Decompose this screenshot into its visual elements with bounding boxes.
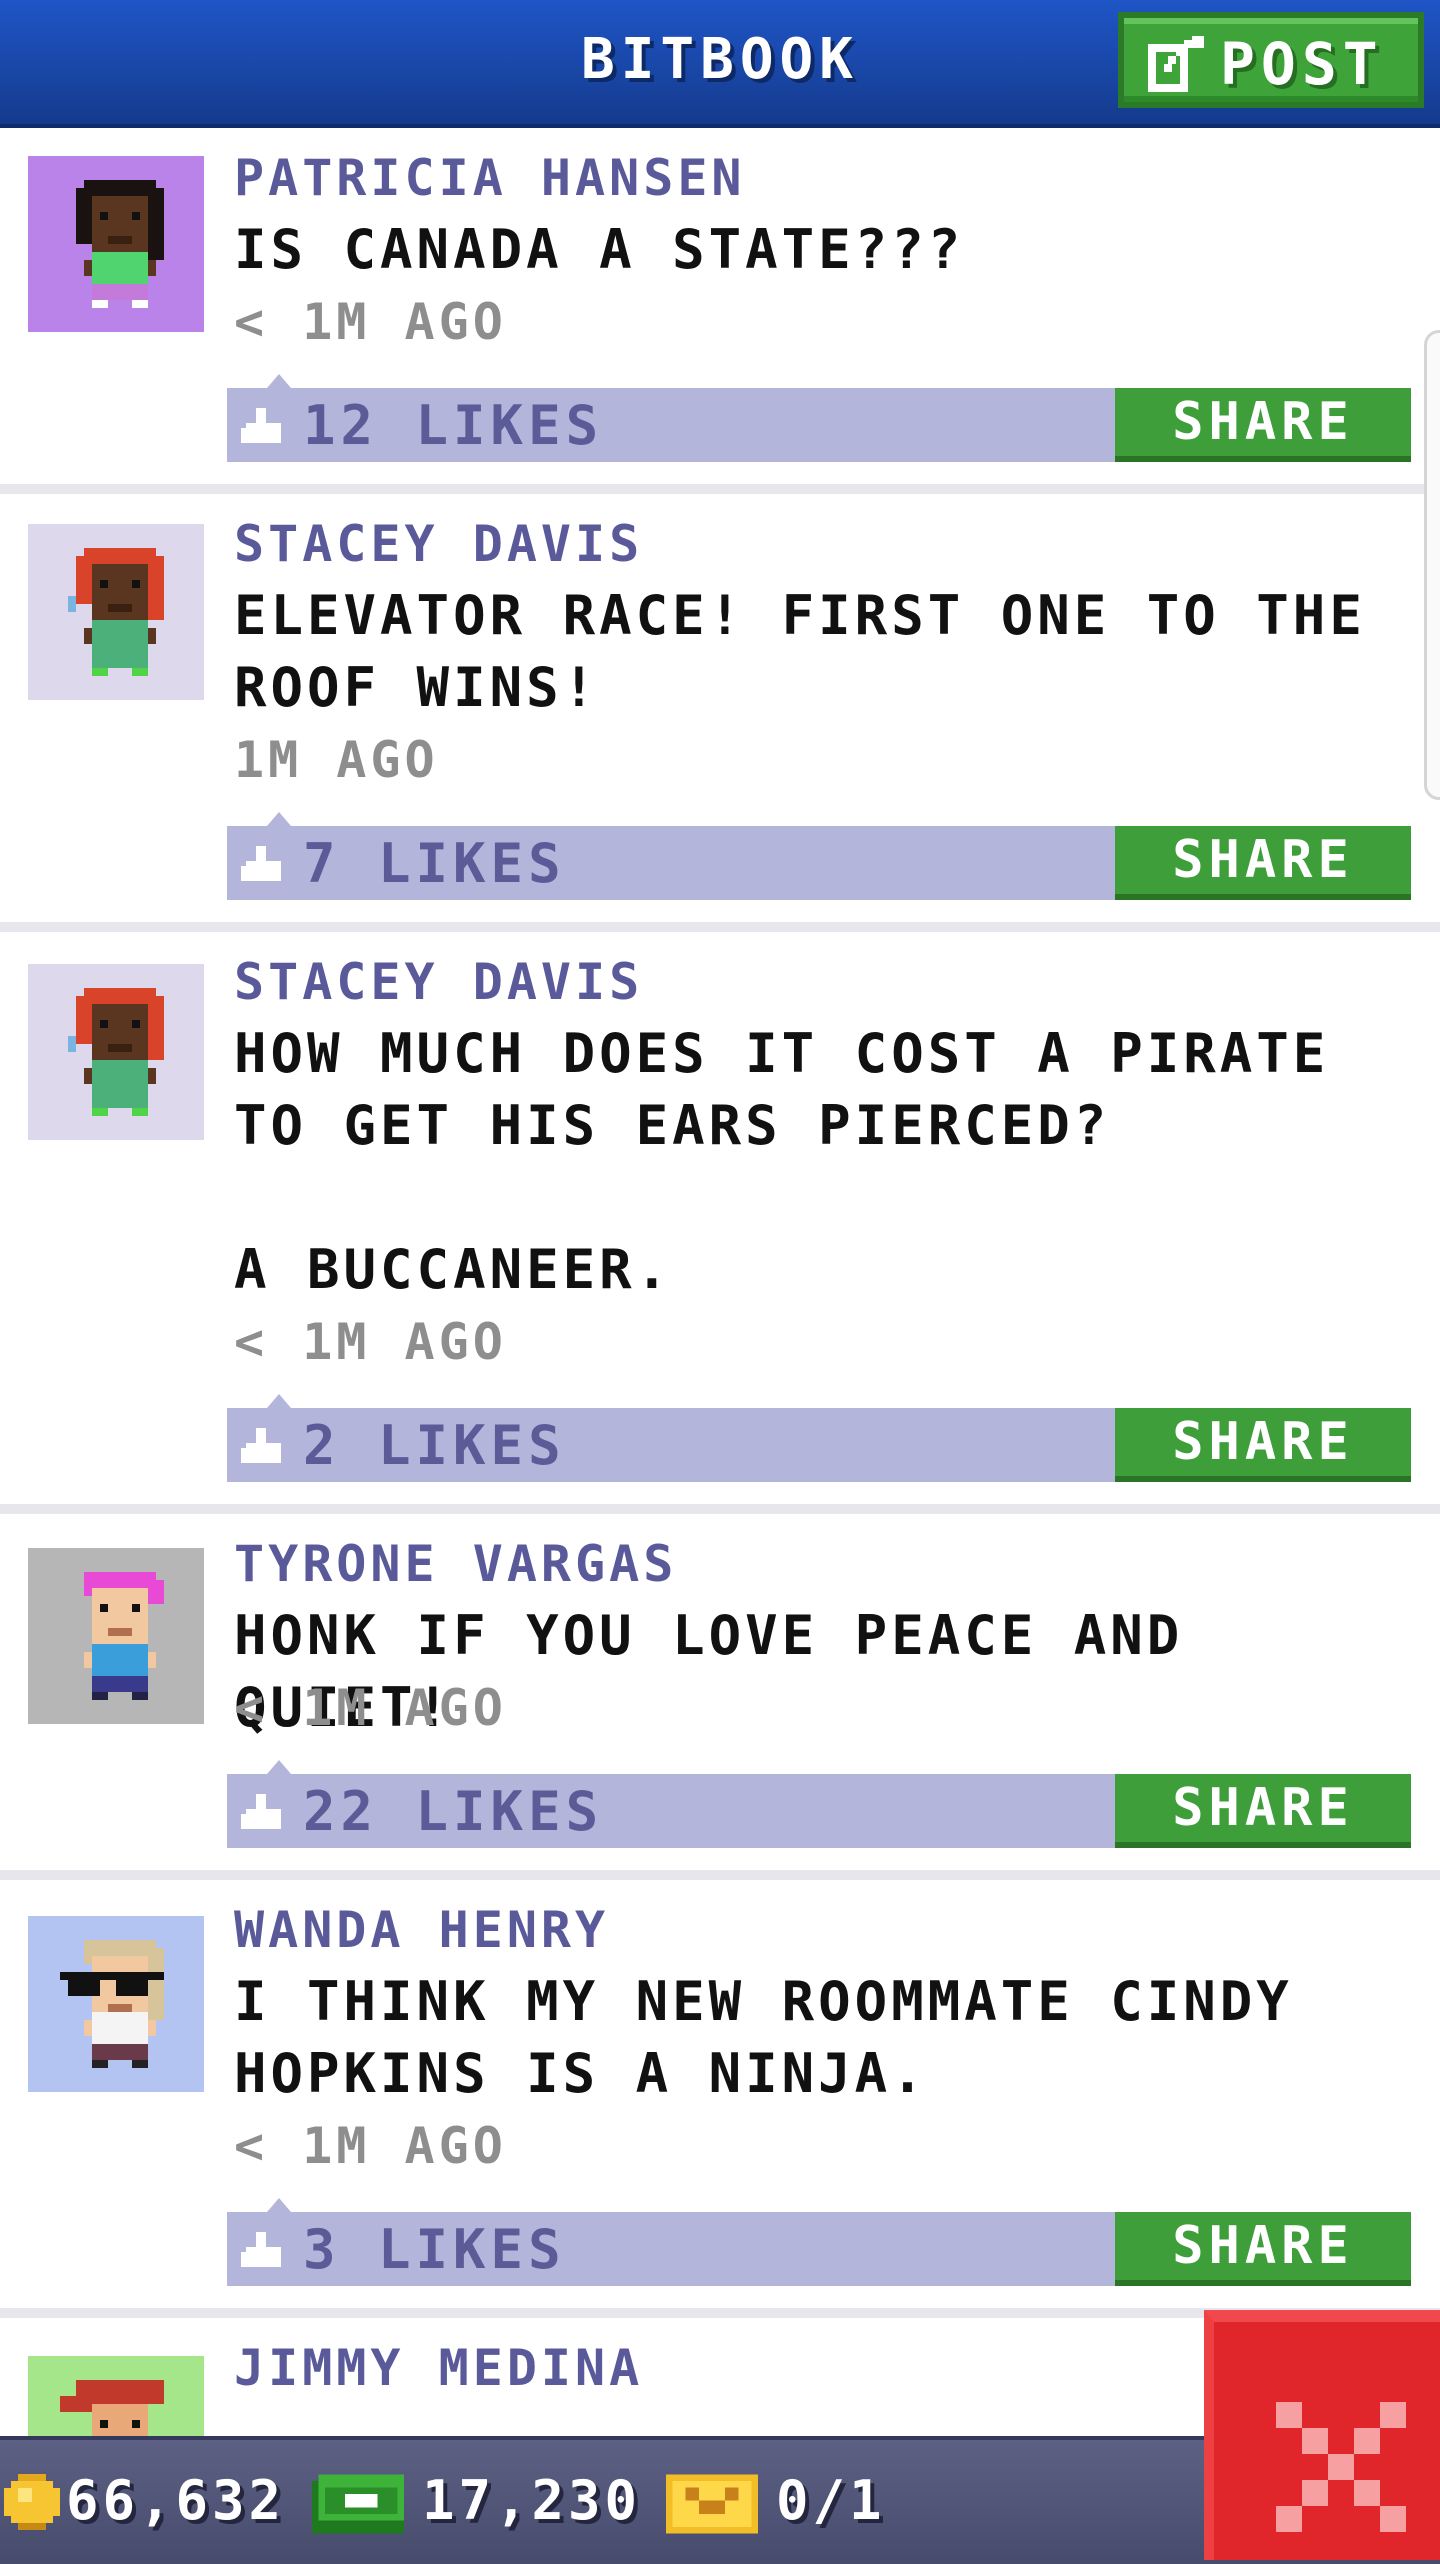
thumbs-up-icon: [241, 846, 281, 881]
like-bar[interactable]: 2 LIKES SHARE: [227, 1394, 1411, 1482]
likes-count: 2 LIKES: [303, 1414, 566, 1477]
header-bar: BITBOOK POST: [0, 0, 1440, 128]
post-timestamp: < 1M AGO: [234, 2117, 507, 2175]
scroll-indicator[interactable]: [1424, 330, 1440, 800]
thumbs-up-icon: [241, 1428, 281, 1463]
coins-value: 66,632: [66, 2469, 286, 2532]
post-author[interactable]: JIMMY MEDINA: [234, 2332, 643, 2404]
share-button[interactable]: SHARE: [1115, 2212, 1411, 2286]
tickets-display: 0/1: [666, 2466, 946, 2536]
avatar[interactable]: [28, 156, 204, 332]
coins-display: 66,632: [4, 2466, 344, 2536]
post-divider: [0, 1870, 1440, 1880]
thumbs-up-icon: [241, 2232, 281, 2267]
coin-icon: [4, 2474, 60, 2530]
avatar-image: [28, 964, 204, 1140]
post-timestamp: < 1M AGO: [234, 1679, 507, 1737]
like-bar[interactable]: 7 LIKES SHARE: [227, 812, 1411, 900]
post-divider: [0, 922, 1440, 932]
share-button[interactable]: SHARE: [1115, 1408, 1411, 1482]
cash-icon: [312, 2474, 404, 2534]
post-author[interactable]: PATRICIA HANSEN: [234, 142, 746, 214]
post-author[interactable]: STACEY DAVIS: [234, 946, 643, 1018]
avatar[interactable]: [28, 1916, 204, 2092]
bux-value: 17,230: [422, 2469, 642, 2532]
likes-count: 7 LIKES: [303, 832, 566, 895]
share-button[interactable]: SHARE: [1115, 826, 1411, 900]
post-author[interactable]: TYRONE VARGAS: [234, 1528, 677, 1600]
close-button[interactable]: [1204, 2310, 1440, 2560]
thumbs-up-icon: [241, 1794, 281, 1829]
post-author[interactable]: WANDA HENRY: [234, 1894, 609, 1966]
post-divider: [0, 1504, 1440, 1514]
ticket-icon: [666, 2474, 758, 2534]
like-bar[interactable]: 22 LIKES SHARE: [227, 1760, 1411, 1848]
bux-display: 17,230: [312, 2466, 642, 2536]
likes-count: 3 LIKES: [303, 2218, 566, 2281]
tickets-value: 0/1: [776, 2469, 886, 2532]
share-button[interactable]: SHARE: [1115, 388, 1411, 462]
post-button[interactable]: POST: [1118, 12, 1424, 108]
avatar-image: [28, 524, 204, 700]
post-button-label: POST: [1220, 30, 1384, 98]
post-timestamp: 1M AGO: [234, 731, 439, 789]
avatar-image: [28, 156, 204, 332]
like-bar[interactable]: 3 LIKES SHARE: [227, 2198, 1411, 2286]
post-text: ELEVATOR RACE! FIRST ONE TO THE ROOF WIN…: [234, 584, 1403, 719]
avatar[interactable]: [28, 1548, 204, 1724]
post-divider: [0, 484, 1440, 494]
share-button[interactable]: SHARE: [1115, 1774, 1411, 1848]
avatar-image: [28, 1548, 204, 1724]
post-text: IS CANADA A STATE???: [234, 218, 965, 281]
like-bar[interactable]: 12 LIKES SHARE: [227, 374, 1411, 462]
compose-icon: [1148, 36, 1204, 92]
likes-count: 12 LIKES: [303, 394, 604, 457]
avatar[interactable]: [28, 524, 204, 700]
post-text: I THINK MY NEW ROOMMATE CINDY HOPKINS IS…: [234, 1970, 1330, 2105]
post-author[interactable]: STACEY DAVIS: [234, 508, 643, 580]
likes-count: 22 LIKES: [303, 1780, 604, 1843]
avatar-image: [28, 1916, 204, 2092]
post-timestamp: < 1M AGO: [234, 1313, 507, 1371]
post-timestamp: < 1M AGO: [234, 293, 507, 351]
post-text: HOW MUCH DOES IT COST A PIRATE TO GET HI…: [234, 1022, 1330, 1301]
close-icon: [1276, 2402, 1406, 2532]
avatar[interactable]: [28, 964, 204, 1140]
thumbs-up-icon: [241, 408, 281, 443]
